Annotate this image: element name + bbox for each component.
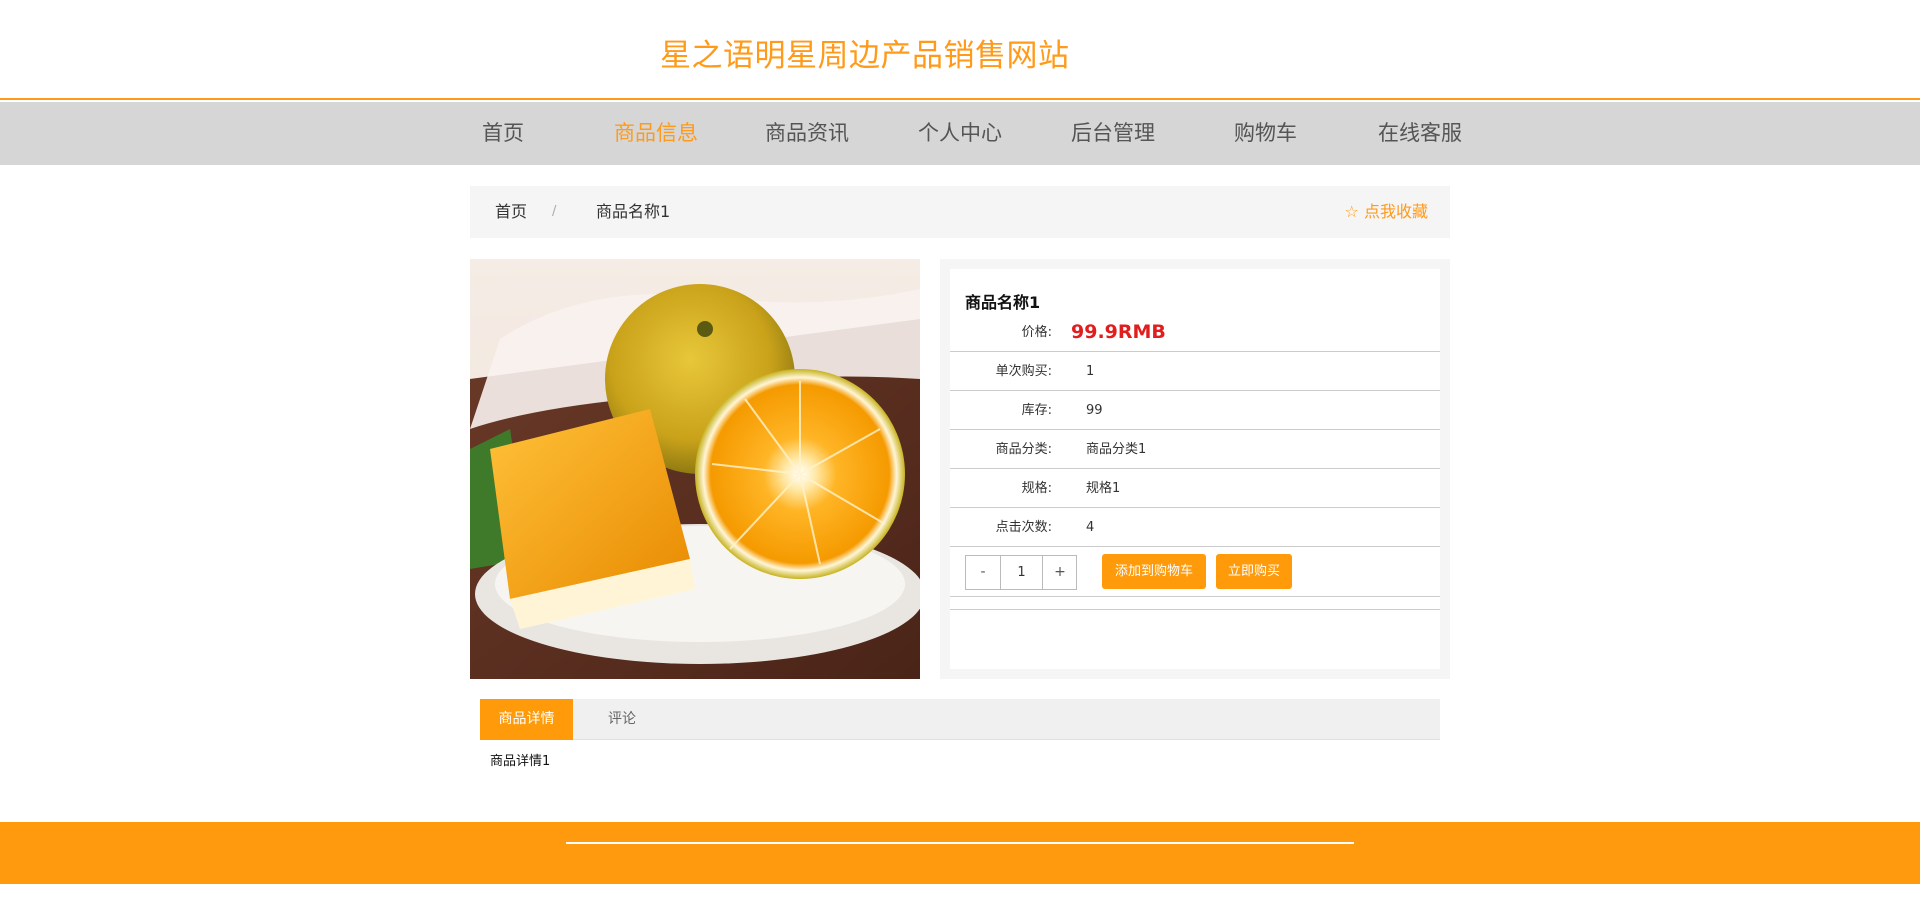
breadcrumb-separator: /	[552, 204, 557, 219]
nav-item-admin[interactable]: 后台管理	[1071, 102, 1155, 165]
product-image	[470, 259, 920, 679]
add-to-cart-button[interactable]: 添加到购物车	[1102, 554, 1206, 589]
breadcrumb-home[interactable]: 首页	[495, 186, 527, 238]
breadcrumb: 首页 / 商品名称1 ☆ 点我收藏	[470, 186, 1450, 238]
detail-value: 1	[1086, 364, 1095, 379]
detail-label: 点击次数:	[995, 520, 1052, 535]
tab-comments[interactable]: 评论	[573, 699, 671, 740]
price-label: 价格:	[1021, 325, 1052, 340]
detail-row: 单次购买: 1	[950, 352, 1440, 391]
buy-now-button[interactable]: 立即购买	[1216, 554, 1292, 589]
footer	[0, 822, 1920, 884]
favorite-button[interactable]: ☆ 点我收藏	[1345, 186, 1428, 238]
nav-item-news[interactable]: 商品资讯	[765, 102, 849, 165]
detail-label: 商品分类:	[995, 442, 1052, 457]
main-nav: 首页 商品信息 商品资讯 个人中心 后台管理 购物车 在线客服	[0, 102, 1920, 165]
detail-row: 规格: 规格1	[950, 469, 1440, 508]
quantity-increase-button[interactable]: +	[1043, 556, 1077, 589]
detail-tabs: 商品详情 评论	[480, 699, 1440, 740]
quantity-decrease-button[interactable]: -	[966, 556, 1000, 589]
purchase-row: - 1 + 添加到购物车 立即购买	[950, 547, 1440, 597]
breadcrumb-current: 商品名称1	[596, 202, 671, 221]
nav-item-cart[interactable]: 购物车	[1234, 102, 1297, 165]
detail-label: 规格:	[1021, 481, 1052, 496]
detail-value: 商品分类1	[1086, 442, 1147, 457]
nav-item-home[interactable]: 首页	[482, 102, 524, 165]
detail-label: 单次购买:	[995, 364, 1052, 379]
detail-row: 点击次数: 4	[950, 508, 1440, 547]
detail-value: 4	[1086, 520, 1095, 535]
product-info-panel: 商品名称1 价格: 99.9RMB 单次购买: 1 库存: 99 商品分类: 商…	[940, 259, 1450, 679]
price-row: 价格: 99.9RMB	[950, 313, 1440, 352]
favorite-label: 点我收藏	[1363, 202, 1428, 221]
tab-content: 商品详情1	[490, 754, 551, 769]
footer-divider	[566, 842, 1354, 844]
price-value: 99.9RMB	[1071, 321, 1166, 343]
product-name: 商品名称1	[965, 293, 1041, 312]
detail-value: 规格1	[1086, 481, 1121, 496]
divider	[950, 609, 1440, 610]
tab-product-details[interactable]: 商品详情	[480, 699, 573, 740]
detail-row: 商品分类: 商品分类1	[950, 430, 1440, 469]
product-info-card: 商品名称1 价格: 99.9RMB 单次购买: 1 库存: 99 商品分类: 商…	[950, 269, 1440, 669]
site-header: 星之语明星周边产品销售网站	[0, 0, 1920, 100]
detail-row: 库存: 99	[950, 391, 1440, 430]
detail-label: 库存:	[1021, 403, 1052, 418]
nav-item-products[interactable]: 商品信息	[614, 102, 698, 165]
detail-value: 99	[1086, 403, 1103, 418]
quantity-stepper: - 1 +	[965, 555, 1077, 590]
nav-item-profile[interactable]: 个人中心	[918, 102, 1002, 165]
star-outline-icon: ☆	[1344, 202, 1359, 221]
site-title: 星之语明星周边产品销售网站	[660, 38, 1070, 74]
nav-item-support[interactable]: 在线客服	[1378, 102, 1462, 165]
quantity-input[interactable]: 1	[1000, 556, 1043, 589]
